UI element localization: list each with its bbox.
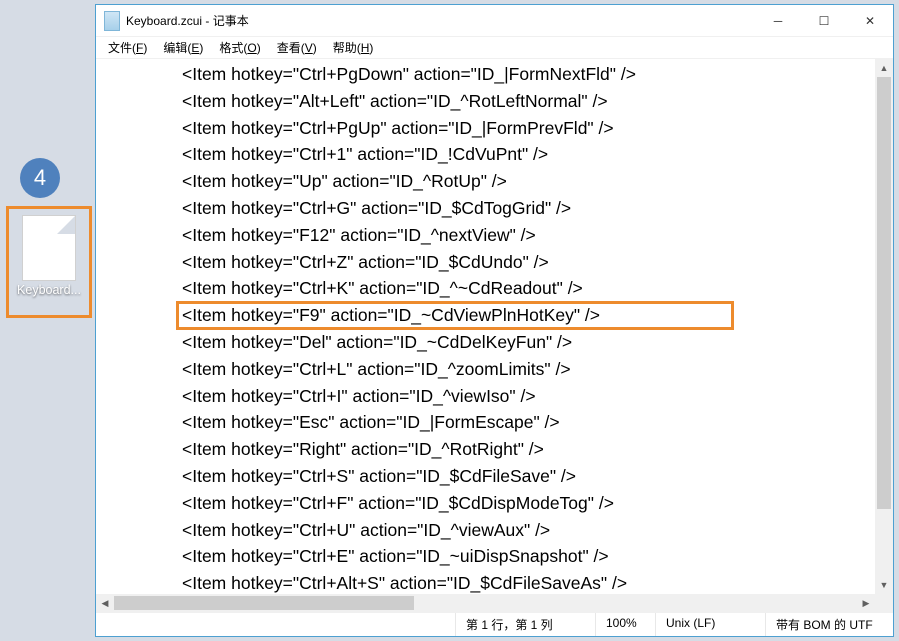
code-line[interactable]: <Item hotkey="Ctrl+E" action="ID_~uiDisp… [100,543,875,570]
scroll-right-icon[interactable]: ▶ [857,594,875,612]
code-line[interactable]: <Item hotkey="Ctrl+S" action="ID_$CdFile… [100,463,875,490]
menu-e[interactable]: 编辑(E) [155,37,211,58]
code-line[interactable]: <Item hotkey="Esc" action="ID_|FormEscap… [100,409,875,436]
code-line[interactable]: <Item hotkey="Alt+Left" action="ID_^RotL… [100,88,875,115]
notepad-window: Keyboard.zcui - 记事本 ─ ☐ ✕ 文件(F)编辑(E)格式(O… [95,4,894,637]
file-icon[interactable] [22,215,76,281]
desktop-file-highlight: Keyboard... [6,206,92,318]
code-line[interactable]: <Item hotkey="Ctrl+Z" action="ID_$CdUndo… [100,249,875,276]
code-line[interactable]: <Item hotkey="Ctrl+U" action="ID_^viewAu… [100,517,875,544]
scroll-up-icon[interactable]: ▲ [875,59,893,77]
menu-f[interactable]: 文件(F) [100,37,155,58]
statusbar: 第 1 行，第 1 列 100% Unix (LF) 带有 BOM 的 UTF [96,612,893,636]
code-line[interactable]: <Item hotkey="Ctrl+L" action="ID_^zoomLi… [100,356,875,383]
close-button[interactable]: ✕ [847,6,893,36]
scroll-down-icon[interactable]: ▼ [875,576,893,594]
menubar: 文件(F)编辑(E)格式(O)查看(V)帮助(H) [96,37,893,59]
status-eol: Unix (LF) [655,613,765,636]
status-blank [96,613,455,636]
text-editor[interactable]: <Item hotkey="Ctrl+PgDown" action="ID_|F… [96,59,875,594]
menu-o[interactable]: 格式(O) [211,37,268,58]
editor-area: <Item hotkey="Ctrl+PgDown" action="ID_|F… [96,59,893,612]
code-line[interactable]: <Item hotkey="Ctrl+F" action="ID_$CdDisp… [100,490,875,517]
window-title: Keyboard.zcui - 记事本 [126,12,249,29]
code-line[interactable]: <Item hotkey="Ctrl+Alt+S" action="ID_$Cd… [100,570,875,594]
code-line[interactable]: <Item hotkey="Ctrl+PgDown" action="ID_|F… [100,61,875,88]
titlebar[interactable]: Keyboard.zcui - 记事本 ─ ☐ ✕ [96,5,893,37]
code-line[interactable]: <Item hotkey="F9" action="ID_~CdViewPlnH… [100,302,875,329]
hscroll-thumb[interactable] [114,596,414,610]
code-line[interactable]: <Item hotkey="Ctrl+K" action="ID_^~CdRea… [100,275,875,302]
horizontal-scrollbar[interactable]: ◀ ▶ [96,594,875,612]
code-line[interactable]: <Item hotkey="Ctrl+PgUp" action="ID_|For… [100,115,875,142]
file-label[interactable]: Keyboard... [9,283,89,297]
code-line[interactable]: <Item hotkey="Ctrl+I" action="ID_^viewIs… [100,383,875,410]
code-line[interactable]: <Item hotkey="Ctrl+G" action="ID_$CdTogG… [100,195,875,222]
code-line[interactable]: <Item hotkey="Up" action="ID_^RotUp" /> [100,168,875,195]
code-line[interactable]: <Item hotkey="Ctrl+1" action="ID_!CdVuPn… [100,141,875,168]
status-encoding: 带有 BOM 的 UTF [765,613,893,636]
status-position: 第 1 行，第 1 列 [455,613,595,636]
menu-h[interactable]: 帮助(H) [325,37,382,58]
vscroll-thumb[interactable] [877,77,891,509]
code-line[interactable]: <Item hotkey="Right" action="ID_^RotRigh… [100,436,875,463]
code-line[interactable]: <Item hotkey="Del" action="ID_~CdDelKeyF… [100,329,875,356]
step-badge: 4 [20,158,60,198]
vertical-scrollbar[interactable]: ▲ ▼ [875,59,893,594]
status-zoom: 100% [595,613,655,636]
maximize-button[interactable]: ☐ [801,6,847,36]
minimize-button[interactable]: ─ [755,6,801,36]
scrollbar-corner [875,594,893,612]
code-line[interactable]: <Item hotkey="F12" action="ID_^nextView"… [100,222,875,249]
scroll-left-icon[interactable]: ◀ [96,594,114,612]
app-icon [104,11,120,31]
menu-v[interactable]: 查看(V) [269,37,325,58]
